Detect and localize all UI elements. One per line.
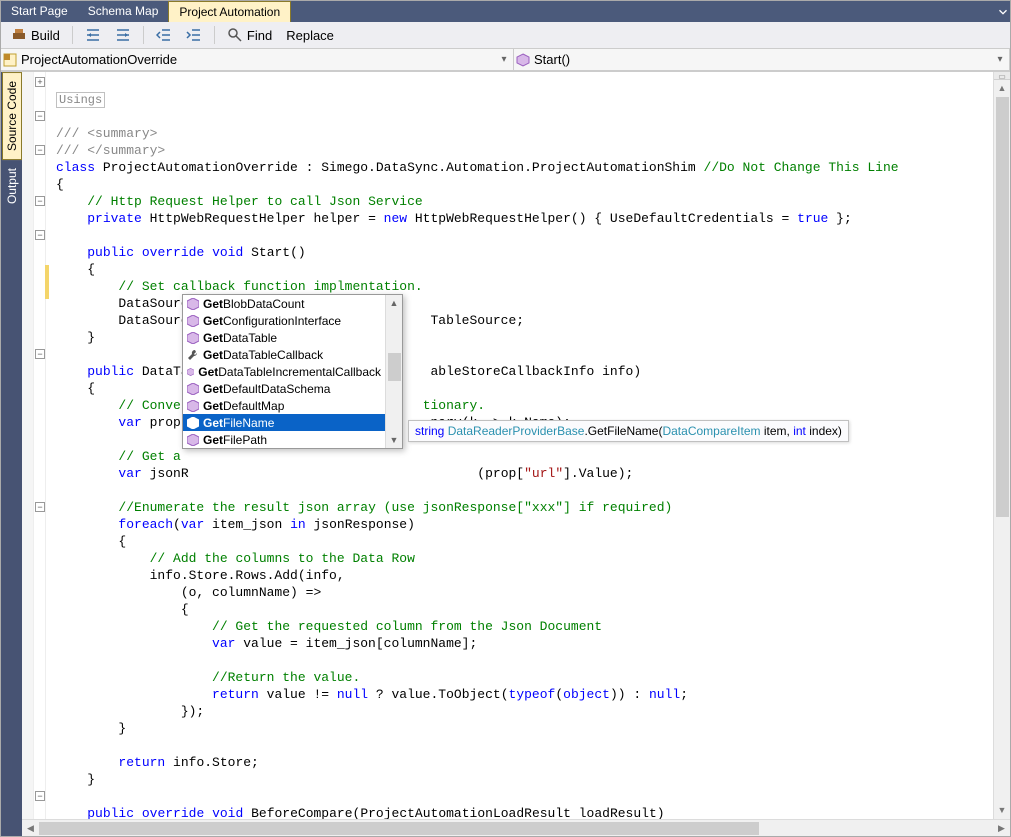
outdent-lines-button[interactable] xyxy=(150,25,178,45)
split-grip[interactable]: ▭ xyxy=(994,72,1010,80)
intellisense-scrollbar[interactable]: ▲ ▼ xyxy=(385,295,402,448)
method-icon xyxy=(514,53,532,67)
indent-increase-icon xyxy=(115,27,131,43)
indent-lines-icon xyxy=(186,27,202,43)
editor: + − − − − − − − Usings /// <summary> ///… xyxy=(22,72,1010,836)
main-area: Source Code Output + − − − − − − − Using… xyxy=(1,71,1010,836)
member-navigator[interactable]: Start() ▾ xyxy=(514,49,1010,70)
scroll-down-arrow[interactable]: ▼ xyxy=(386,432,402,448)
indent-decrease-icon xyxy=(85,27,101,43)
method-icon xyxy=(187,400,199,412)
replace-label: Replace xyxy=(286,28,334,43)
method-icon xyxy=(187,434,199,446)
tab-schema-map[interactable]: Schema Map xyxy=(78,1,169,22)
search-icon xyxy=(227,27,243,43)
method-icon xyxy=(187,315,199,327)
intellisense-list[interactable]: GetBlobDataCount GetConfigurationInterfa… xyxy=(183,295,385,448)
horizontal-scrollbar[interactable]: ◀ ▶ xyxy=(22,819,1010,836)
tab-overflow-menu[interactable] xyxy=(996,1,1010,22)
intellisense-item[interactable]: GetDefaultMap xyxy=(183,397,385,414)
build-icon xyxy=(11,27,27,43)
toolbar: Build Find Replace xyxy=(1,22,1010,49)
vertical-scrollbar[interactable]: ▭ ▲ ▼ xyxy=(993,72,1010,819)
intellisense-item[interactable]: GetDataTableIncrementalCallback xyxy=(183,363,385,380)
chevron-down-icon[interactable]: ▾ xyxy=(495,54,513,65)
scroll-left-arrow[interactable]: ◀ xyxy=(22,823,39,834)
intellisense-popup: GetBlobDataCount GetConfigurationInterfa… xyxy=(182,294,403,449)
scroll-right-arrow[interactable]: ▶ xyxy=(993,823,1010,834)
indent-increase-button[interactable] xyxy=(109,25,137,45)
build-button[interactable]: Build xyxy=(5,25,66,45)
scroll-up-arrow[interactable]: ▲ xyxy=(386,295,402,311)
intellisense-item[interactable]: GetFilePath xyxy=(183,431,385,448)
indent-decrease-button[interactable] xyxy=(79,25,107,45)
scroll-thumb[interactable] xyxy=(39,822,759,835)
find-label: Find xyxy=(247,28,272,43)
tab-start-page[interactable]: Start Page xyxy=(1,1,78,22)
code-surface[interactable]: Usings /// <summary> /// </summary> clas… xyxy=(22,72,1010,819)
side-tab-source-code[interactable]: Source Code xyxy=(2,72,22,160)
method-icon xyxy=(187,417,199,429)
signature-tooltip: string DataReaderProviderBase.GetFileNam… xyxy=(408,420,849,442)
outdent-lines-icon xyxy=(156,27,172,43)
property-icon xyxy=(187,349,199,361)
collapsed-region[interactable]: Usings xyxy=(56,92,105,108)
intellisense-item-selected[interactable]: GetFileName xyxy=(183,414,385,431)
intellisense-item[interactable]: GetDefaultDataSchema xyxy=(183,380,385,397)
toolbar-separator xyxy=(72,26,73,44)
intellisense-item[interactable]: GetBlobDataCount xyxy=(183,295,385,312)
scroll-thumb[interactable] xyxy=(388,353,401,381)
side-tab-well: Source Code Output xyxy=(1,72,22,836)
toolbar-separator xyxy=(143,26,144,44)
intellisense-item[interactable]: GetDataTable xyxy=(183,329,385,346)
chevron-down-icon[interactable]: ▾ xyxy=(991,54,1009,65)
intellisense-item[interactable]: GetConfigurationInterface xyxy=(183,312,385,329)
document-tabstrip: Start Page Schema Map Project Automation xyxy=(1,1,1010,22)
toolbar-separator xyxy=(214,26,215,44)
scroll-thumb[interactable] xyxy=(996,97,1009,517)
method-icon xyxy=(187,366,194,378)
build-label: Build xyxy=(31,28,60,43)
app-root: Start Page Schema Map Project Automation… xyxy=(0,0,1011,837)
method-icon xyxy=(187,383,199,395)
navigation-bar: ProjectAutomationOverride ▾ Start() ▾ xyxy=(1,49,1010,71)
editor-viewport[interactable]: + − − − − − − − Usings /// <summary> ///… xyxy=(22,72,1010,819)
type-navigator[interactable]: ProjectAutomationOverride ▾ xyxy=(1,49,514,70)
method-icon xyxy=(187,332,199,344)
scroll-up-arrow[interactable]: ▲ xyxy=(994,80,1010,97)
tab-project-automation[interactable]: Project Automation xyxy=(168,1,291,22)
scroll-track[interactable] xyxy=(39,820,993,836)
member-navigator-text: Start() xyxy=(532,52,991,67)
side-tab-output[interactable]: Output xyxy=(3,160,21,212)
scroll-down-arrow[interactable]: ▼ xyxy=(994,802,1010,819)
indent-lines-button[interactable] xyxy=(180,25,208,45)
class-icon xyxy=(1,53,19,67)
type-navigator-text: ProjectAutomationOverride xyxy=(19,52,495,67)
intellisense-item[interactable]: GetDataTableCallback xyxy=(183,346,385,363)
find-button[interactable]: Find xyxy=(221,25,278,45)
scroll-track[interactable] xyxy=(994,97,1010,802)
method-icon xyxy=(187,298,199,310)
replace-button[interactable]: Replace xyxy=(280,26,340,45)
